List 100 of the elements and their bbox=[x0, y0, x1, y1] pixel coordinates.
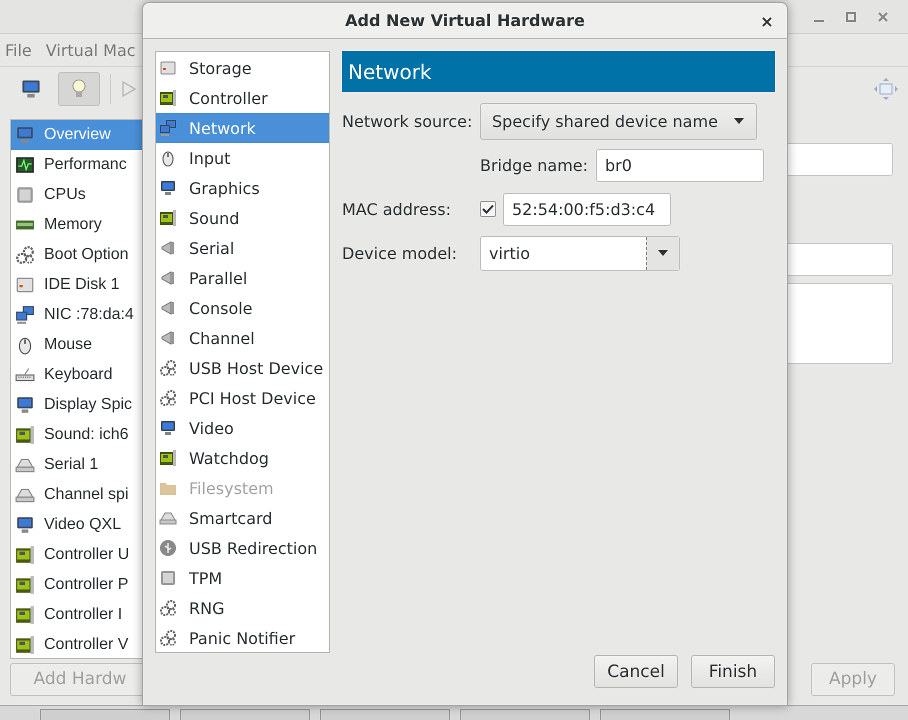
close-icon[interactable] bbox=[878, 12, 888, 22]
device-list-item[interactable]: Keyboard bbox=[11, 360, 159, 390]
computers-icon bbox=[15, 305, 35, 325]
monitor-icon bbox=[159, 179, 177, 197]
device-list-item[interactable]: Display Spic bbox=[11, 390, 159, 420]
device-list-item[interactable]: Channel spi bbox=[11, 480, 159, 510]
device-label: Sound: ich6 bbox=[44, 426, 129, 444]
hardware-list-item[interactable]: Console bbox=[156, 293, 329, 323]
hardware-list-item[interactable]: Storage bbox=[156, 53, 329, 83]
hardware-label: Smartcard bbox=[189, 508, 272, 528]
device-label: Performanc bbox=[44, 156, 127, 174]
monitor-icon bbox=[15, 515, 35, 535]
device-model-combo[interactable]: virtio bbox=[480, 236, 680, 270]
hardware-list-item[interactable]: USB Redirection bbox=[156, 533, 329, 563]
hardware-list-item[interactable]: Watchdog bbox=[156, 443, 329, 473]
circuit-board-icon bbox=[159, 449, 177, 467]
device-list-item[interactable]: Controller V bbox=[11, 630, 159, 658]
gears-icon bbox=[159, 389, 177, 407]
device-list-item[interactable]: CPUs bbox=[11, 180, 159, 210]
maximize-icon[interactable] bbox=[846, 12, 856, 22]
menu-item[interactable]: File bbox=[5, 40, 32, 60]
connector-icon bbox=[159, 269, 177, 287]
circuit-board-icon bbox=[159, 209, 177, 227]
device-list-item[interactable]: Mouse bbox=[11, 330, 159, 360]
hardware-label: Input bbox=[189, 148, 230, 168]
computers-icon bbox=[159, 119, 177, 137]
device-label: Mouse bbox=[44, 336, 92, 354]
mac-address-field[interactable]: 52:54:00:f5:d3:c4 bbox=[503, 192, 671, 226]
device-label: Controller U bbox=[44, 546, 130, 564]
taskbar-item[interactable] bbox=[460, 709, 590, 720]
hardware-list-item[interactable]: Channel bbox=[156, 323, 329, 353]
hardware-label: Panic Notifier bbox=[189, 628, 296, 648]
hardware-list-item[interactable]: PCI Host Device bbox=[156, 383, 329, 413]
device-list-item[interactable]: Controller U bbox=[11, 540, 159, 570]
drive-icon bbox=[15, 275, 35, 295]
monitor-icon bbox=[15, 395, 35, 415]
device-list-item[interactable]: Sound: ich6 bbox=[11, 420, 159, 450]
device-list-item[interactable]: IDE Disk 1 bbox=[11, 270, 159, 300]
device-list-item[interactable]: Memory bbox=[11, 210, 159, 240]
hardware-label: USB Redirection bbox=[189, 538, 318, 558]
hardware-list-item[interactable]: Sound bbox=[156, 203, 329, 233]
hardware-label: Video bbox=[189, 418, 234, 438]
close-button[interactable]: × bbox=[757, 11, 777, 31]
hardware-list-item[interactable]: Input bbox=[156, 143, 329, 173]
circuit-board-icon bbox=[15, 605, 35, 625]
dropdown-button[interactable] bbox=[646, 236, 679, 270]
taskbar-item[interactable] bbox=[320, 709, 450, 720]
gears-icon bbox=[159, 599, 177, 617]
circuit-board-icon bbox=[15, 635, 35, 655]
hardware-list-item[interactable]: Serial bbox=[156, 233, 329, 263]
mac-checkbox[interactable] bbox=[480, 201, 496, 217]
taskbar-item[interactable] bbox=[40, 709, 170, 720]
device-list-item[interactable]: Controller P bbox=[11, 570, 159, 600]
monitor-icon bbox=[159, 419, 177, 437]
hardware-list-item[interactable]: Controller bbox=[156, 83, 329, 113]
device-label: Serial 1 bbox=[44, 456, 98, 474]
bridge-name-field[interactable]: br0 bbox=[596, 148, 764, 182]
hardware-list-item[interactable]: Parallel bbox=[156, 263, 329, 293]
hardware-label: Filesystem bbox=[189, 478, 274, 498]
taskbar-item[interactable] bbox=[600, 709, 730, 720]
hardware-label: Parallel bbox=[189, 268, 248, 288]
chart-icon bbox=[15, 155, 35, 175]
circuit-board-icon bbox=[15, 545, 35, 565]
hardware-list-item[interactable]: TPM bbox=[156, 563, 329, 593]
device-list-item[interactable]: Controller I bbox=[11, 600, 159, 630]
device-list-item[interactable]: NIC :78:da:4 bbox=[11, 300, 159, 330]
device-list-item[interactable]: Boot Option bbox=[11, 240, 159, 270]
play-icon[interactable] bbox=[121, 80, 137, 98]
chip-icon bbox=[159, 569, 177, 587]
device-label: Video QXL bbox=[44, 516, 122, 534]
menu-item[interactable]: Virtual Mac bbox=[46, 40, 136, 60]
device-model-label: Device model: bbox=[342, 244, 458, 262]
hardware-label: Storage bbox=[189, 58, 252, 78]
taskbar-item[interactable] bbox=[180, 709, 310, 720]
device-list-item[interactable]: Video QXL bbox=[11, 510, 159, 540]
dialog-button[interactable]: Finish bbox=[691, 655, 775, 688]
network-source-dropdown[interactable]: Specify shared device name bbox=[480, 102, 757, 140]
device-label: Keyboard bbox=[44, 366, 112, 384]
hardware-label: PCI Host Device bbox=[189, 388, 316, 408]
device-label: Overview bbox=[44, 126, 111, 144]
device-list-item[interactable]: Performanc bbox=[11, 150, 159, 180]
details-button[interactable] bbox=[58, 72, 100, 106]
resize-icon[interactable] bbox=[874, 78, 898, 100]
hardware-list-item[interactable]: Graphics bbox=[156, 173, 329, 203]
caret-icon bbox=[734, 118, 744, 124]
hardware-list-item[interactable]: Panic Notifier bbox=[156, 623, 329, 653]
usb-icon bbox=[159, 539, 177, 557]
monitor-icon bbox=[15, 125, 35, 145]
hardware-list-item[interactable]: Smartcard bbox=[156, 503, 329, 533]
dialog-button[interactable]: Cancel bbox=[594, 655, 678, 688]
device-label: Boot Option bbox=[44, 246, 128, 264]
hardware-list-item[interactable]: RNG bbox=[156, 593, 329, 623]
hardware-list-item[interactable]: Video bbox=[156, 413, 329, 443]
device-list-item[interactable]: Serial 1 bbox=[11, 450, 159, 480]
device-label: Memory bbox=[44, 216, 102, 234]
hardware-list-item[interactable]: USB Host Device bbox=[156, 353, 329, 383]
hardware-label: Watchdog bbox=[189, 448, 269, 468]
chip-icon bbox=[15, 185, 35, 205]
gears-icon bbox=[159, 629, 177, 647]
light-bulb-icon bbox=[71, 78, 87, 100]
